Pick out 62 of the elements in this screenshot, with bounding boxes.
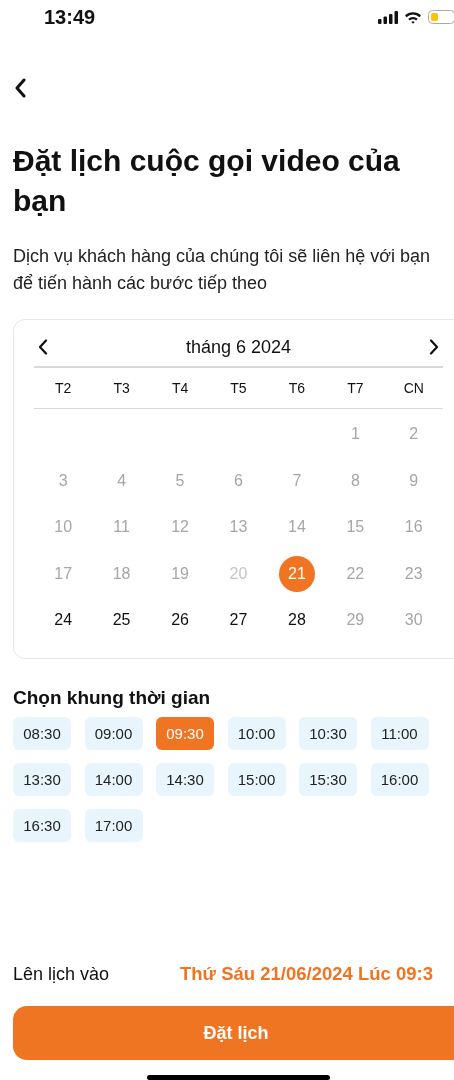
- calendar-day: 18: [103, 555, 140, 592]
- calendar-day: 1: [337, 416, 374, 453]
- status-time: 13:49: [44, 5, 96, 29]
- weekday-label: T7: [346, 380, 365, 396]
- time-slot[interactable]: 11:00: [370, 716, 429, 750]
- calendar-day: 12: [162, 509, 199, 546]
- time-slot[interactable]: 08:30: [13, 716, 71, 750]
- weekday-label: T5: [229, 380, 248, 396]
- calendar-day[interactable]: 26: [162, 602, 199, 639]
- weekday-label: T6: [287, 380, 307, 396]
- time-slot[interactable]: 10:00: [227, 716, 286, 750]
- calendar-day: 13: [220, 509, 257, 546]
- calendar-day: 30: [395, 602, 432, 639]
- section-heading: Chọn khung thời gian: [13, 686, 212, 709]
- previous-month-icon[interactable]: [38, 339, 48, 355]
- weekday-label: T4: [170, 380, 190, 396]
- calendar-day: 8: [337, 462, 374, 499]
- calendar-day: 14: [278, 509, 315, 546]
- calendar-day[interactable]: 27: [220, 602, 257, 639]
- calendar-day: 3: [45, 462, 82, 499]
- calendar-day[interactable]: 28: [278, 602, 315, 639]
- page-description: Dịch vụ khách hàng của chúng tôi sẽ liên hệ với bạn để tiến hành các bước tiếp theo: [13, 245, 432, 295]
- time-slot[interactable]: 13:30: [13, 762, 71, 796]
- time-slot[interactable]: 14:00: [84, 762, 143, 796]
- calendar-day: 10: [45, 509, 82, 546]
- time-slot[interactable]: 15:00: [227, 762, 286, 796]
- calendar-day: 17: [45, 555, 82, 592]
- weekday-label: T3: [112, 380, 131, 396]
- calendar-day: 9: [395, 462, 432, 499]
- weekday-label: T2: [54, 380, 73, 396]
- time-slot[interactable]: 09:00: [84, 716, 143, 750]
- signal-icon: [378, 10, 398, 24]
- calendar-day: 4: [103, 462, 140, 499]
- calendar-day: 19: [162, 555, 199, 592]
- time-slot[interactable]: 10:30: [299, 716, 357, 750]
- calendar-day[interactable]: 25: [103, 602, 140, 639]
- calendar-day: 2: [395, 416, 432, 453]
- calendar-day: 7: [278, 462, 315, 499]
- weekday-label: CN: [402, 380, 425, 396]
- calendar-day: 22: [337, 555, 374, 592]
- back-icon[interactable]: [14, 78, 26, 98]
- page-title: Đặt lịch cuộc gọi video của bạn: [13, 143, 401, 219]
- calendar-day[interactable]: 24: [45, 602, 82, 639]
- calendar-day: 15: [337, 509, 374, 546]
- calendar-day: 6: [220, 462, 257, 499]
- month-label: tháng 6 2024: [185, 336, 292, 358]
- calendar-day: 20: [220, 555, 257, 592]
- calendar-day: 29: [337, 602, 374, 639]
- wifi-icon: [404, 10, 422, 24]
- time-slot[interactable]: 14:30: [156, 762, 214, 796]
- time-slot[interactable]: 16:30: [13, 808, 71, 842]
- calendar-day: 5: [162, 462, 199, 499]
- next-month-icon[interactable]: [429, 339, 439, 355]
- calendar-day: 16: [395, 509, 432, 546]
- schedule-label: Lên lịch vào: [13, 963, 111, 985]
- calendar-day: 11: [103, 509, 140, 546]
- calendar-day: 23: [395, 555, 432, 592]
- time-slot[interactable]: 16:00: [370, 762, 429, 796]
- schedule-value: Thứ Sáu 21/06/2024 Lúc 09:3: [180, 963, 433, 985]
- battery-icon: [428, 10, 454, 24]
- time-slot[interactable]: 15:30: [299, 762, 357, 796]
- time-slot[interactable]: 17:00: [84, 808, 143, 842]
